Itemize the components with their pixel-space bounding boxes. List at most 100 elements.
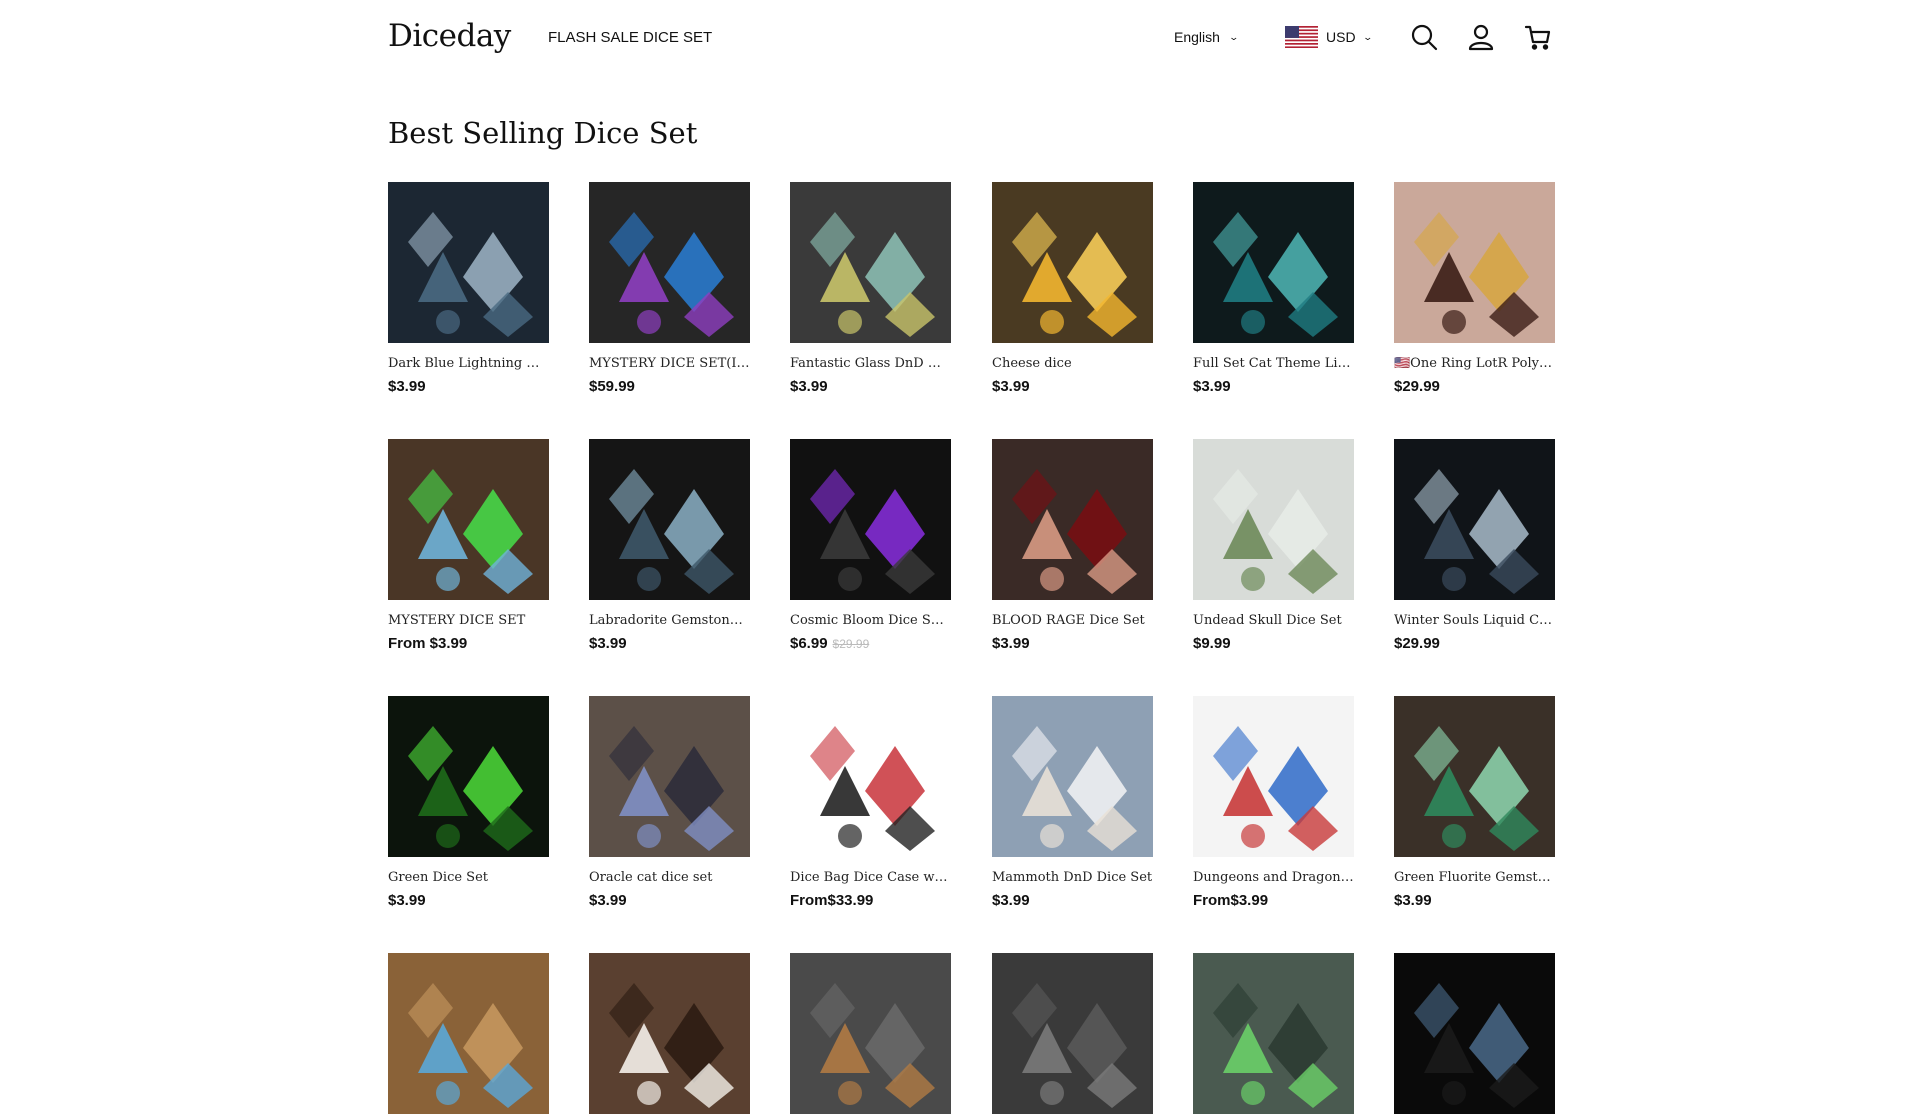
product-price: $29.99	[1394, 635, 1555, 652]
product-card[interactable]: BLOOD RAGE Dice Set $3.99	[992, 439, 1153, 652]
product-image[interactable]	[790, 439, 951, 600]
product-card[interactable]	[790, 953, 951, 1114]
nav-link-flash-sale[interactable]: FLASH SALE DICE SET	[548, 29, 712, 46]
product-name[interactable]: 🇺🇸One Ring LotR Polyhe...	[1394, 356, 1555, 375]
product-image[interactable]	[388, 953, 549, 1114]
product-card[interactable]: Dark Blue Lightning Gl... $3.99	[388, 182, 549, 395]
product-price-value: $3.99	[1394, 892, 1432, 909]
product-image[interactable]	[388, 696, 549, 857]
product-card[interactable]: Winter Souls Liquid Co... $29.99	[1394, 439, 1555, 652]
product-card[interactable]: Green Dice Set $3.99	[388, 696, 549, 909]
product-name[interactable]: BLOOD RAGE Dice Set	[992, 613, 1153, 632]
product-image[interactable]	[1394, 439, 1555, 600]
product-image[interactable]	[589, 696, 750, 857]
chevron-down-icon: ⌄	[1362, 31, 1373, 42]
product-image[interactable]	[1394, 182, 1555, 343]
product-image[interactable]	[790, 953, 951, 1114]
product-compare-price: $29.99	[832, 637, 870, 651]
product-card[interactable]: Oracle cat dice set $3.99	[589, 696, 750, 909]
product-image[interactable]	[589, 439, 750, 600]
product-card[interactable]: Full Set Cat Theme Lig... $3.99	[1193, 182, 1354, 395]
cart-icon[interactable]	[1523, 22, 1553, 52]
product-image[interactable]	[992, 696, 1153, 857]
language-label: English	[1174, 29, 1220, 45]
product-image[interactable]	[388, 182, 549, 343]
product-price-value: $3.99	[790, 378, 828, 395]
product-image[interactable]	[790, 696, 951, 857]
section-title: Best Selling Dice Set	[388, 116, 698, 150]
product-name[interactable]: Labradorite Gemstone ...	[589, 613, 750, 632]
product-card[interactable]: MYSTERY DICE SET From $3.99	[388, 439, 549, 652]
us-flag-icon	[1285, 26, 1318, 48]
product-image[interactable]	[992, 182, 1153, 343]
product-card[interactable]	[388, 953, 549, 1114]
product-name[interactable]: Oracle cat dice set	[589, 870, 750, 889]
product-image[interactable]	[1394, 953, 1555, 1114]
product-image[interactable]	[388, 439, 549, 600]
product-name[interactable]: Winter Souls Liquid Co...	[1394, 613, 1555, 632]
product-price: $3.99	[388, 892, 549, 909]
product-image[interactable]	[1193, 696, 1354, 857]
site-header: Diceday FLASH SALE DICE SET English ⌄ US…	[0, 0, 1920, 76]
product-name[interactable]: MYSTERY DICE SET	[388, 613, 549, 632]
product-price: $3.99	[992, 635, 1153, 652]
product-price-value: $29.99	[1394, 635, 1440, 652]
site-logo[interactable]: Diceday	[388, 18, 511, 54]
product-image[interactable]	[1193, 953, 1354, 1114]
product-name[interactable]: Green Dice Set	[388, 870, 549, 889]
product-card[interactable]: Cheese dice $3.99	[992, 182, 1153, 395]
product-card[interactable]: MYSTERY DICE SET(In... $59.99	[589, 182, 750, 395]
product-card[interactable]: Cosmic Bloom Dice Set ... $6.99 $29.99	[790, 439, 951, 652]
product-card[interactable]: Dungeons and Dragons... From$3.99	[1193, 696, 1354, 909]
product-card[interactable]: Fantastic Glass DnD Di... $3.99	[790, 182, 951, 395]
product-image[interactable]	[992, 953, 1153, 1114]
product-card[interactable]	[1193, 953, 1354, 1114]
product-name[interactable]: MYSTERY DICE SET(In...	[589, 356, 750, 375]
product-name[interactable]: Fantastic Glass DnD Di...	[790, 356, 951, 375]
currency-label: USD	[1326, 29, 1356, 45]
product-name[interactable]: Undead Skull Dice Set	[1193, 613, 1354, 632]
product-price-value: $29.99	[1394, 378, 1440, 395]
product-card[interactable]: Mammoth DnD Dice Set $3.99	[992, 696, 1153, 909]
product-price: $6.99 $29.99	[790, 635, 951, 652]
product-card[interactable]: Labradorite Gemstone ... $3.99	[589, 439, 750, 652]
product-card[interactable]: 🇺🇸One Ring LotR Polyhe... $29.99	[1394, 182, 1555, 395]
product-card[interactable]: Green Fluorite Gemsto... $3.99	[1394, 696, 1555, 909]
product-name[interactable]: Green Fluorite Gemsto...	[1394, 870, 1555, 889]
product-image[interactable]	[1394, 696, 1555, 857]
product-card[interactable]	[1394, 953, 1555, 1114]
product-image[interactable]	[1193, 439, 1354, 600]
product-name[interactable]: Mammoth DnD Dice Set	[992, 870, 1153, 889]
product-price: $3.99	[992, 892, 1153, 909]
account-icon[interactable]	[1466, 22, 1496, 52]
product-price: $3.99	[589, 635, 750, 652]
product-card[interactable]	[992, 953, 1153, 1114]
product-card[interactable]	[589, 953, 750, 1114]
product-name[interactable]: Dark Blue Lightning Gl...	[388, 356, 549, 375]
product-name[interactable]: Dungeons and Dragons...	[1193, 870, 1354, 889]
product-price-value: $3.99	[388, 892, 426, 909]
product-price-value: $3.99	[1193, 378, 1231, 395]
product-image[interactable]	[790, 182, 951, 343]
currency-selector[interactable]: USD ⌄	[1285, 26, 1373, 48]
product-card[interactable]: Undead Skull Dice Set $9.99	[1193, 439, 1354, 652]
product-price-value: $59.99	[589, 378, 635, 395]
product-card[interactable]: Dice Bag Dice Case wit... From$33.99	[790, 696, 951, 909]
product-price: $3.99	[1394, 892, 1555, 909]
product-image[interactable]	[1193, 182, 1354, 343]
product-image[interactable]	[589, 953, 750, 1114]
product-name[interactable]: Dice Bag Dice Case wit...	[790, 870, 951, 889]
search-icon[interactable]	[1409, 22, 1439, 52]
product-image[interactable]	[589, 182, 750, 343]
product-image[interactable]	[992, 439, 1153, 600]
product-name[interactable]: Cosmic Bloom Dice Set ...	[790, 613, 951, 632]
product-price-value: $3.99	[992, 378, 1030, 395]
product-price: $3.99	[388, 378, 549, 395]
product-name[interactable]: Cheese dice	[992, 356, 1153, 375]
product-price: $3.99	[589, 892, 750, 909]
chevron-down-icon: ⌄	[1228, 31, 1239, 42]
product-price-value: From$33.99	[790, 892, 874, 909]
product-price-value: $3.99	[992, 892, 1030, 909]
language-selector[interactable]: English ⌄	[1174, 29, 1239, 45]
product-name[interactable]: Full Set Cat Theme Lig...	[1193, 356, 1354, 375]
